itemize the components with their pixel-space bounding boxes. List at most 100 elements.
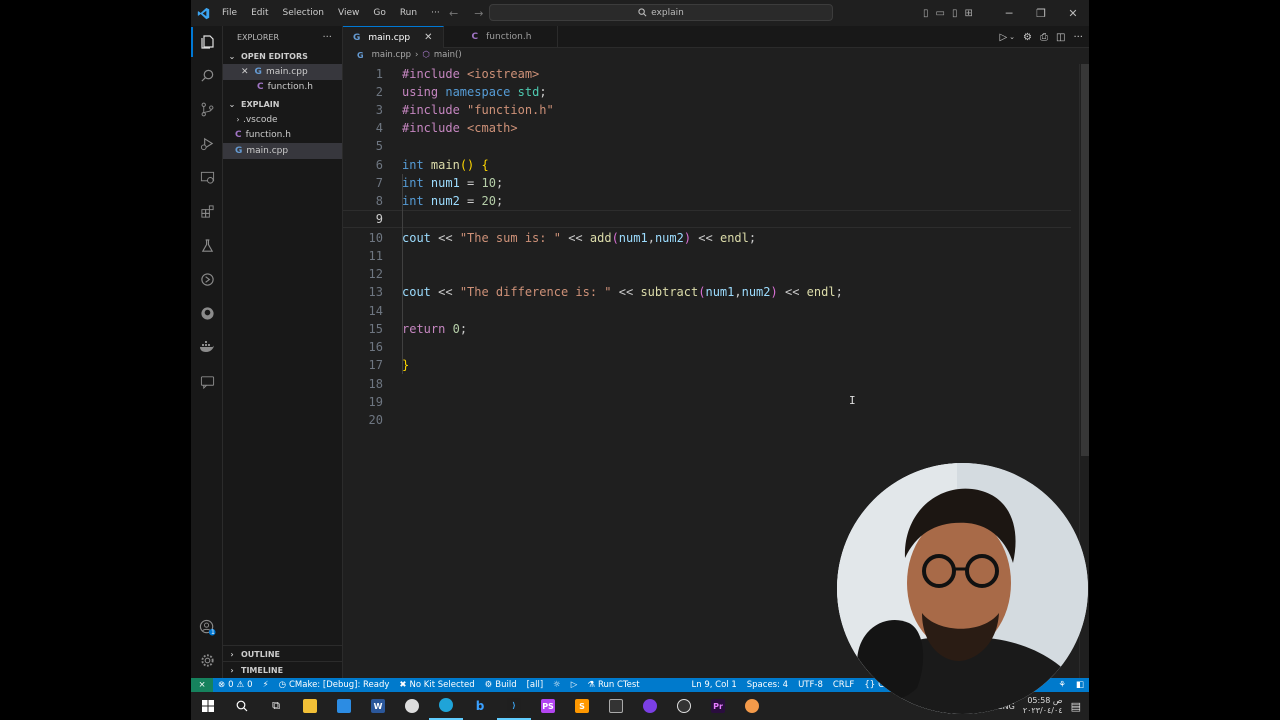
menu-go[interactable]: Go [366,0,392,26]
clock[interactable]: 05:58 ص ٢٠٢٣/٠٤/٠٤ [1023,696,1063,716]
more-actions-icon[interactable]: ··· [1073,32,1083,43]
store-icon[interactable] [327,692,361,720]
open-editor-item-function-h[interactable]: C function.h [223,80,342,96]
menu-file[interactable]: File [215,0,244,26]
indentation[interactable]: Spaces: 4 [742,680,793,690]
line-number: 8 [375,194,383,208]
tree-item-vscode-folder[interactable]: › .vscode [223,112,342,128]
kit-status[interactable]: ✖ No Kit Selected [394,680,479,690]
chevron-down-icon[interactable]: ⌄ [1009,33,1015,41]
breadcrumb-symbol[interactable]: main() [434,50,462,60]
chat-icon[interactable] [191,366,223,396]
cpp-file-icon: G [235,145,243,156]
braces-icon: {} [864,680,876,690]
minimize-button[interactable]: ─ [993,7,1025,20]
phpstorm-icon[interactable]: PS [531,692,565,720]
word-icon[interactable]: W [361,692,395,720]
line-endings[interactable]: CRLF [828,680,859,690]
remote-indicator-icon[interactable]: ⨯ [191,678,213,692]
debug-bug-icon[interactable]: ☼ [548,680,566,690]
chevron-down-icon: ⌄ [228,99,236,109]
cmake-status[interactable]: ◷ CMake: [Debug]: Ready [274,680,395,690]
tab-function-h[interactable]: C function.h [444,26,559,48]
menu-run[interactable]: Run [393,0,424,26]
vscode-logo-icon [191,0,215,26]
obs-icon[interactable] [667,692,701,720]
problems-indicator[interactable]: ⊗ 0 ⚠ 0 [213,680,258,690]
outline-section[interactable]: › OUTLINE [223,646,343,662]
docker-icon[interactable] [191,332,223,362]
windows-start-icon[interactable] [191,692,225,720]
close-window-button[interactable]: ✕ [1057,7,1089,20]
command-center-search[interactable]: explain [489,4,833,21]
run-ctest-button[interactable]: ⚗ Run CTest [582,680,644,690]
toggle-secondary-sidebar-icon[interactable]: ▯ [952,8,958,19]
line-number: 20 [368,413,383,427]
notifications-bell-icon[interactable]: ◧ [1071,680,1089,690]
menu-selection[interactable]: Selection [276,0,331,26]
line-number: 14 [368,304,383,318]
notification-center-icon[interactable]: ▤ [1071,700,1081,713]
build-button[interactable]: ⚙ Build [480,680,522,690]
close-icon[interactable]: ✕ [241,67,249,77]
toggle-panel-icon[interactable]: ▭ [936,8,945,19]
run-debug-icon[interactable] [191,128,223,158]
breadcrumb-file[interactable]: main.cpp [372,50,411,60]
taskbar-search-icon[interactable] [225,692,259,720]
app-orange-icon[interactable] [735,692,769,720]
chrome-icon[interactable] [395,692,429,720]
restore-button[interactable]: ❐ [1025,7,1057,20]
scrollbar-thumb[interactable] [1081,64,1089,456]
settings-gear-icon[interactable] [191,645,223,675]
github-icon[interactable] [191,298,223,328]
timeline-section[interactable]: › TIMELINE [223,662,343,678]
file-explorer-icon[interactable] [293,692,327,720]
forward-arrow-icon[interactable]: → [474,7,483,20]
open-editors-section[interactable]: ⌄ OPEN EDITORS [223,48,342,64]
sublime-icon[interactable]: S [565,692,599,720]
sync-icon[interactable]: ⚡ [258,680,274,690]
explorer-icon[interactable] [191,27,223,57]
search-icon [638,8,647,17]
close-tab-icon[interactable]: ✕ [424,32,432,43]
github-desktop-icon[interactable] [633,692,667,720]
menu-more[interactable]: ··· [424,0,447,26]
flask-icon: ⚗ [587,680,595,690]
cursor-position[interactable]: Ln 9, Col 1 [687,680,742,690]
git-gui-icon[interactable] [599,692,633,720]
remote-explorer-icon[interactable] [191,162,223,192]
tree-item-function-h[interactable]: C function.h [223,128,342,144]
line-number: 18 [368,377,383,391]
customize-layout-icon[interactable]: ⊞ [964,8,972,19]
more-actions-icon[interactable]: ··· [322,32,332,43]
debug-gear-icon[interactable]: ⚙ [1023,32,1032,43]
extensions-icon[interactable] [191,196,223,226]
cmake-icon[interactable] [191,264,223,294]
menu-edit[interactable]: Edit [244,0,275,26]
accounts-icon[interactable]: 1 [191,612,223,642]
tab-main-cpp[interactable]: G main.cpp ✕ [343,26,444,48]
back-arrow-icon[interactable]: ← [449,7,458,20]
source-control-icon[interactable] [191,94,223,124]
premiere-icon[interactable]: Pr [701,692,735,720]
copilot-icon[interactable]: ⚘ [1053,680,1071,690]
search-icon[interactable] [191,60,223,90]
build-target[interactable]: [all] [522,680,549,690]
bing-icon[interactable]: b [463,692,497,720]
split-editor-icon[interactable]: ◫ [1056,32,1065,43]
edge-icon[interactable] [429,692,463,720]
menu-view[interactable]: View [331,0,366,26]
vscode-taskbar-icon[interactable]: ⟩ [497,692,531,720]
run-file-icon[interactable]: ▷ [999,32,1007,43]
print-icon[interactable]: ⎙ [1040,32,1048,43]
launch-icon[interactable]: ▷ [566,680,583,690]
file-encoding[interactable]: UTF-8 [793,680,828,690]
toggle-sidebar-icon[interactable]: ▯ [923,8,929,19]
code-line: 6 int main() { [343,156,1071,174]
project-section[interactable]: ⌄ EXPLAIN [223,96,342,112]
task-view-icon[interactable]: ⧉ [259,692,293,720]
testing-flask-icon[interactable] [191,230,223,260]
tree-item-name: function.h [245,130,291,141]
tree-item-main-cpp[interactable]: G main.cpp [223,143,342,159]
open-editor-item-main-cpp[interactable]: ✕ G main.cpp [223,64,342,80]
